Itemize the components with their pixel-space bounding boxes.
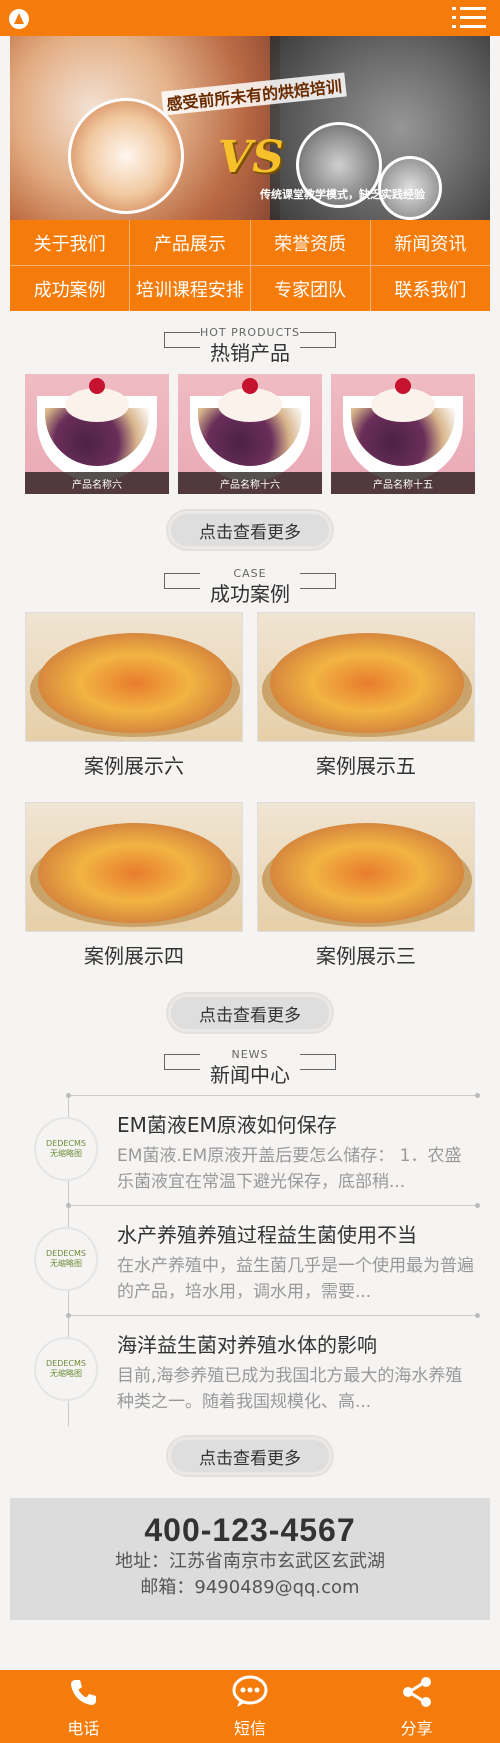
section-title: 成功案例 (210, 582, 290, 606)
news-summary: 目前,海参养殖已成为我国北方最大的海水养殖种类之一。随着我国规模化、高... (117, 1366, 463, 1412)
news-title[interactable]: 海洋益生菌对养殖水体的影响 (117, 1329, 377, 1358)
news-item[interactable]: DEDECMS 无缩略图 海洋益生菌对养殖水体的影响 目前,海参养殖已成为我国北方… (0, 1313, 500, 1425)
news-more-button[interactable]: 点击查看更多 (168, 1437, 332, 1475)
nav-item-about[interactable]: 关于我们 (10, 220, 130, 265)
case-name: 案例展示三 (316, 944, 416, 968)
nav-item-cases[interactable]: 成功案例 (10, 266, 130, 311)
news-item[interactable]: DEDECMS 无缩略图 水产养殖养殖过程益生菌使用不当 在水产养殖中，益生菌几乎… (0, 1203, 500, 1315)
nav-item-experts[interactable]: 专家团队 (250, 266, 370, 311)
banner-vs: VS (218, 132, 284, 183)
heading-decoration (300, 332, 336, 348)
news-item[interactable]: DEDECMS 无缩略图 EM菌液EM原液如何保存 EM菌液.EM原液开盖后要怎么… (0, 1093, 500, 1205)
nav-item-contact[interactable]: 联系我们 (370, 266, 490, 311)
footer-message-button[interactable]: 短信 (167, 1670, 334, 1743)
top-bar (0, 0, 500, 36)
cases-heading: CASE 成功案例 (0, 567, 500, 607)
contact-panel: 400-123-4567 地址：江苏省南京市玄武区玄武湖 邮箱：9490489@… (10, 1498, 490, 1620)
heading-decoration (164, 332, 200, 348)
news-heading: NEWS 新闻中心 (0, 1048, 500, 1088)
footer-label: 分享 (400, 1719, 433, 1738)
case-card[interactable]: 案例展示六 (25, 612, 243, 778)
nav-item-honors[interactable]: 荣誉资质 (250, 220, 370, 265)
product-name: 产品名称六 (25, 472, 169, 494)
case-name: 案例展示六 (84, 754, 184, 778)
case-card[interactable]: 案例展示三 (257, 802, 475, 968)
product-name: 产品名称十五 (331, 472, 475, 494)
hero-banner[interactable]: 感受前所未有的烘焙培训 VS 传统课堂教学模式，缺乏实践经验 (10, 36, 490, 220)
nav-item-products[interactable]: 产品展示 (130, 220, 250, 265)
cases-more-button[interactable]: 点击查看更多 (168, 994, 332, 1032)
footer-share-button[interactable]: 分享 (333, 1670, 500, 1743)
heading-decoration (164, 573, 200, 589)
news-title[interactable]: 水产养殖养殖过程益生菌使用不当 (117, 1219, 417, 1248)
news-title[interactable]: EM菌液EM原液如何保存 (117, 1109, 337, 1138)
contact-phone[interactable]: 400-123-4567 (10, 1512, 490, 1549)
product-list: 产品名称六 产品名称十六 产品名称十五 (25, 374, 475, 494)
case-card[interactable]: 案例展示五 (257, 612, 475, 778)
footer-phone-button[interactable]: 电话 (0, 1670, 167, 1743)
case-name: 案例展示四 (84, 944, 184, 968)
heading-decoration (164, 1054, 200, 1070)
product-card[interactable]: 产品名称十五 (331, 374, 475, 494)
news-summary: EM菌液.EM原液开盖后要怎么储存： 1．农盛乐菌液宜在常温下避光保存，底部稍.… (117, 1146, 462, 1192)
news-thumbnail: DEDECMS 无缩略图 (34, 1337, 98, 1401)
contact-address: 地址：江苏省南京市玄武区玄武湖 (115, 1551, 385, 1572)
nav-item-news[interactable]: 新闻资讯 (370, 220, 490, 265)
footer-label: 短信 (234, 1719, 267, 1738)
footer-label: 电话 (67, 1719, 100, 1738)
product-name: 产品名称十六 (178, 472, 322, 494)
nav-item-courses[interactable]: 培训课程安排 (130, 266, 250, 311)
news-summary: 在水产养殖中，益生菌几乎是一个使用最为普遍的产品，培水用，调水用，需要... (117, 1256, 474, 1302)
menu-icon[interactable] (452, 7, 486, 29)
banner-subtitle: 传统课堂教学模式，缺乏实践经验 (260, 188, 425, 201)
products-more-button[interactable]: 点击查看更多 (168, 511, 332, 549)
message-icon (232, 1675, 268, 1707)
banner-circle-image (68, 98, 184, 214)
logo-icon[interactable] (9, 9, 29, 29)
news-thumbnail: DEDECMS 无缩略图 (34, 1227, 98, 1291)
section-title: 新闻中心 (210, 1063, 290, 1087)
heading-decoration (300, 573, 336, 589)
contact-email[interactable]: 邮箱：9490489@qq.com (10, 1575, 490, 1601)
share-icon (402, 1677, 431, 1707)
news-thumbnail: DEDECMS 无缩略图 (34, 1117, 98, 1181)
section-title: 热销产品 (210, 341, 290, 365)
hot-products-heading: HOT PRODUCTS 热销产品 (0, 326, 500, 366)
case-name: 案例展示五 (316, 754, 416, 778)
product-card[interactable]: 产品名称十六 (178, 374, 322, 494)
heading-decoration (300, 1054, 336, 1070)
main-nav: 关于我们 产品展示 荣誉资质 新闻资讯 成功案例 培训课程安排 专家团队 联系我… (10, 220, 490, 311)
case-card[interactable]: 案例展示四 (25, 802, 243, 968)
product-card[interactable]: 产品名称六 (25, 374, 169, 494)
phone-icon (71, 1680, 97, 1705)
bottom-toolbar: 电话 短信 分享 (0, 1670, 500, 1743)
